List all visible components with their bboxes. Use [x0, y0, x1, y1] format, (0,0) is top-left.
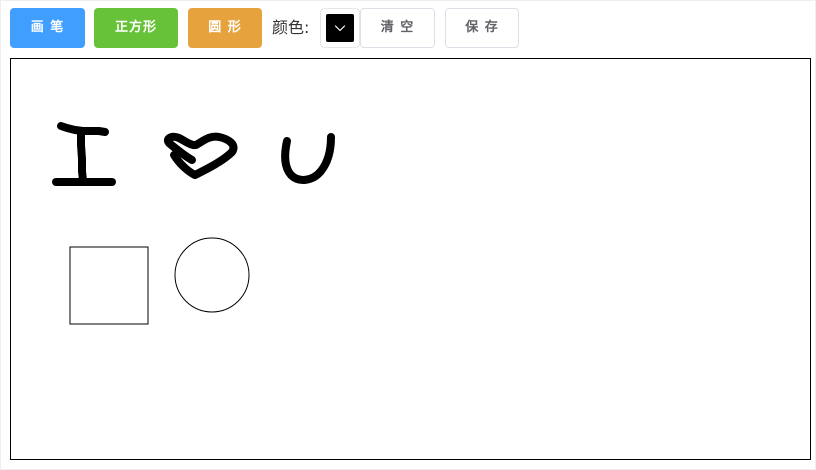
circle-button[interactable]: 圆 形 — [188, 8, 262, 48]
toolbar: 画 笔 正方形 圆 形 颜色: 清 空 保 存 — [1, 1, 815, 55]
square-shape — [69, 246, 149, 325]
stroke-heart — [164, 132, 238, 179]
canvas-drawing — [52, 122, 335, 325]
square-button[interactable]: 正方形 — [94, 8, 178, 48]
stroke-letter-u — [281, 133, 335, 184]
drawing-canvas[interactable] — [10, 58, 811, 460]
save-button[interactable]: 保 存 — [445, 8, 519, 48]
pen-button[interactable]: 画 笔 — [10, 8, 85, 48]
chevron-down-icon — [334, 25, 346, 32]
stroke-letter-i-stem — [77, 128, 87, 185]
drawing-app: 画 笔 正方形 圆 形 颜色: 清 空 保 存 — [0, 0, 816, 470]
color-picker[interactable] — [320, 8, 360, 48]
circle-shape — [174, 237, 250, 313]
color-label: 颜色: — [272, 18, 310, 37]
freehand-strokes — [52, 122, 335, 186]
color-swatch — [326, 14, 354, 42]
clear-button[interactable]: 清 空 — [360, 8, 435, 48]
